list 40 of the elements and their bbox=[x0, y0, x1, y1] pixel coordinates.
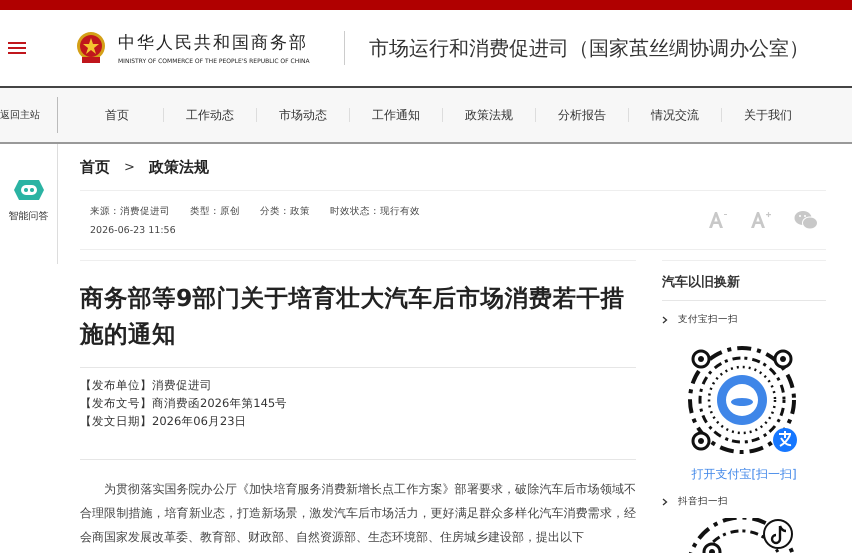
ministry-name: 中华人民共和国商务部 bbox=[118, 32, 309, 54]
open-alipay-link[interactable]: 打开支付宝[扫一扫] bbox=[691, 466, 797, 483]
back-to-main-site-link[interactable]: 返回主站 bbox=[0, 97, 58, 133]
article-paragraph: 为贯彻落实国务院办公厅《加快培育服务消费新增长点工作方案》部署要求，破除汽车后市场领域不合理限制措施，培育新业态，打造新场景，激发汽车后市场活力，更好满足群众多样化汽车消费需求，经会商国家发展改革委、教育部、财政部、自然资源部、生态环境部、住房城乡建设部，提出以下 bbox=[80, 481, 636, 546]
nav-link[interactable]: 工作通知 bbox=[363, 106, 429, 124]
wechat-icon[interactable] bbox=[794, 210, 818, 230]
emblem-icon bbox=[76, 31, 106, 65]
nav-link[interactable]: 市场动态 bbox=[270, 106, 336, 124]
increase-font-icon[interactable] bbox=[750, 211, 772, 229]
info-label: 【发布文号】 bbox=[80, 396, 152, 410]
qr-label: 抖音扫一扫 bbox=[678, 495, 728, 508]
decrease-font-icon[interactable] bbox=[708, 211, 728, 229]
assistant-button[interactable]: 智能问答 bbox=[0, 179, 57, 223]
meta-field: 时效状态：现行有效 bbox=[330, 204, 420, 218]
meta-field: 来源：消费促进司 bbox=[90, 204, 170, 218]
nav-link[interactable]: 分析报告 bbox=[549, 106, 615, 124]
publish-date: 2026-06-23 11:56 bbox=[90, 224, 177, 236]
info-label: 【发文日期】 bbox=[80, 414, 152, 428]
nav-link[interactable]: 工作动态 bbox=[177, 106, 243, 124]
nav-link[interactable]: 情况交流 bbox=[642, 106, 708, 124]
breadcrumb-separator: > bbox=[124, 160, 135, 174]
breadcrumb-link[interactable]: 首页 bbox=[80, 158, 110, 176]
article-title: 商务部等9部门关于培育壮大汽车后市场消费若干措施的通知 bbox=[80, 261, 636, 368]
chevron-right-icon bbox=[662, 316, 668, 324]
breadcrumb-link[interactable]: 政策法规 bbox=[148, 158, 209, 176]
menu-icon[interactable] bbox=[8, 42, 26, 54]
info-value: 2026年06月23日 bbox=[152, 414, 247, 428]
meta-field: 分类：政策 bbox=[260, 204, 310, 218]
info-value: 商消费函2026年第145号 bbox=[152, 396, 288, 410]
robot-icon bbox=[12, 179, 44, 201]
nav-link[interactable]: 关于我们 bbox=[735, 106, 801, 124]
sidebar-title: 汽车以旧换新 bbox=[662, 261, 826, 301]
info-value: 消费促进司 bbox=[152, 378, 212, 392]
chevron-right-icon bbox=[662, 498, 668, 506]
qr-label: 支付宝扫一扫 bbox=[678, 313, 738, 326]
nav-link[interactable]: 政策法规 bbox=[456, 106, 522, 124]
info-label: 【发布单位】 bbox=[80, 378, 152, 392]
meta-field: 类型：原创 bbox=[190, 204, 240, 218]
nav-link[interactable]: 首页 bbox=[84, 106, 150, 124]
department-title: 市场运行和消费促进司（国家茧丝绸协调办公室） bbox=[369, 34, 809, 62]
